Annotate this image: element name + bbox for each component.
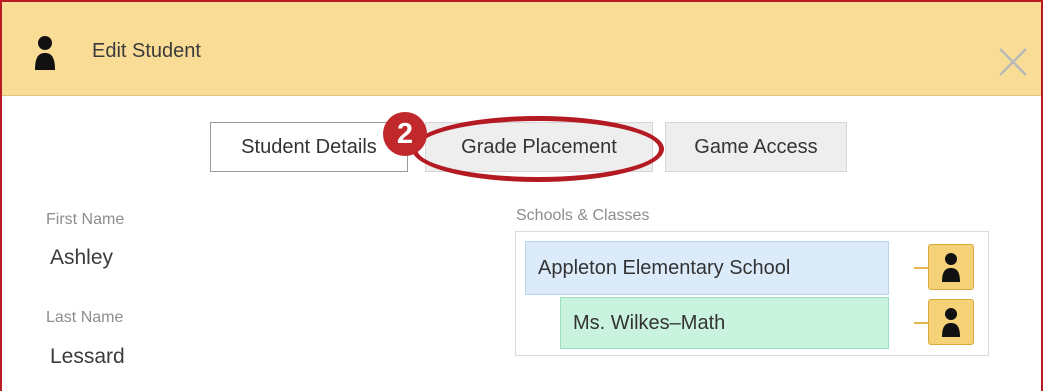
school-person-button[interactable] — [928, 244, 974, 290]
tab-game-access[interactable]: Game Access — [665, 122, 847, 172]
class-item[interactable]: Ms. Wilkes–Math — [560, 297, 889, 349]
class-name: Ms. Wilkes–Math — [573, 311, 726, 334]
person-icon — [35, 36, 55, 70]
tab-label: Grade Placement — [461, 135, 617, 158]
last-name-value: Lessard — [50, 345, 125, 368]
schools-label: Schools & Classes — [516, 207, 650, 224]
first-name-label: First Name — [46, 211, 125, 228]
dialog-title: Edit Student — [92, 40, 201, 62]
school-name: Appleton Elementary School — [538, 256, 791, 279]
close-icon[interactable] — [997, 46, 1029, 78]
tab-grade-placement[interactable]: Grade Placement — [425, 122, 653, 172]
last-name-label: Last Name — [46, 309, 124, 326]
step-badge: 2 — [383, 112, 427, 156]
school-item[interactable]: Appleton Elementary School — [525, 241, 889, 295]
class-connector — [914, 322, 928, 324]
school-connector — [914, 267, 928, 269]
person-icon — [942, 253, 960, 282]
tab-label: Student Details — [241, 135, 377, 158]
tab-label: Game Access — [694, 135, 818, 158]
tab-student-details[interactable]: Student Details — [210, 122, 408, 172]
class-person-button[interactable] — [928, 299, 974, 345]
first-name-value: Ashley — [50, 246, 114, 269]
dialog-header: Edit Student — [2, 2, 1041, 96]
person-icon — [942, 308, 960, 337]
